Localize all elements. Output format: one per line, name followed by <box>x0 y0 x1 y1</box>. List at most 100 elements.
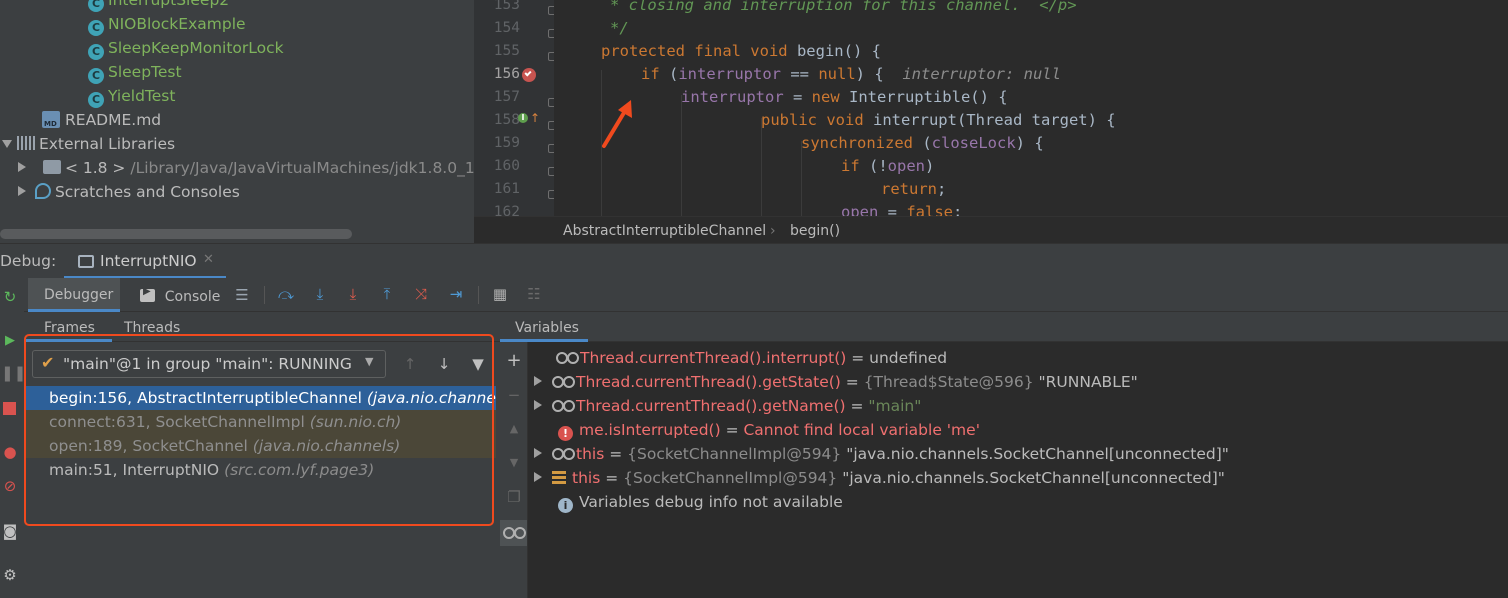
code-editor[interactable]: * closing and interruption for this chan… <box>554 0 1508 216</box>
line-number: 158 <box>493 112 520 128</box>
rerun-icon[interactable]: ↻ <box>1 288 19 306</box>
markdown-file-icon <box>42 111 60 128</box>
implements-icon[interactable]: I <box>518 113 528 123</box>
expand-right-icon[interactable] <box>18 186 26 196</box>
code-line-154: */ <box>610 19 629 37</box>
session-tab[interactable]: InterruptNIO ✕ <box>64 244 226 279</box>
tree-item-jdk[interactable]: < 1.8 > /Library/Java/JavaVirtualMachine… <box>18 156 474 180</box>
tree-item-interruptsleep2[interactable]: C InterruptSleep2 <box>88 0 229 12</box>
variable-row[interactable]: Thread.currentThread().getState() = {Thr… <box>534 370 1138 394</box>
variable-row[interactable]: ! me.isInterrupted() = Cannot find local … <box>558 418 980 442</box>
expand-right-icon[interactable] <box>534 448 542 458</box>
settings-gear-icon[interactable]: ⚙ <box>1 566 19 584</box>
add-watch-icon[interactable]: + <box>505 352 523 370</box>
glasses-icon <box>503 527 526 539</box>
trace-stream-icon[interactable]: ☷ <box>525 285 543 303</box>
breakpoint-icon[interactable] <box>522 68 536 82</box>
run-to-cursor-icon[interactable]: ⇥ <box>447 285 465 303</box>
tree-item-external-libraries[interactable]: External Libraries <box>2 132 175 156</box>
show-execution-point-icon[interactable]: ⤼ <box>277 285 295 303</box>
line-number: 156 <box>493 66 520 82</box>
code-line-160: if (!open) <box>841 157 935 175</box>
debug-toolbar: Debugger ▶ Console ☰ ⤼ ⤓ ⤓ ⤒ ⤨ ⇥ ▦ ☷ <box>0 278 1508 312</box>
watch-icon <box>552 400 575 412</box>
evaluate-expression-icon[interactable]: ▦ <box>491 285 509 303</box>
annotation-arrow <box>602 100 632 148</box>
code-line-153: * closing and interruption for this chan… <box>610 0 1077 14</box>
breadcrumb: AbstractInterruptibleChannel › begin() <box>474 216 1508 244</box>
code-line-159: synchronized (closeLock) { <box>801 134 1044 152</box>
tab-variables[interactable]: Variables <box>500 312 588 342</box>
close-icon[interactable]: ✕ <box>203 252 214 267</box>
show-watches-toggle[interactable] <box>500 520 527 546</box>
tree-item-sleepkeepmonitorlock[interactable]: C SleepKeepMonitorLock <box>88 36 284 60</box>
watch-icon <box>552 448 575 460</box>
tree-item-nioblockexample[interactable]: C NIOBlockExample <box>88 12 246 36</box>
code-line-155: protected final void begin() { <box>601 42 881 60</box>
tab-debugger[interactable]: Debugger <box>28 278 120 312</box>
variable-row[interactable]: this = {SocketChannelImpl@594} "java.nio… <box>534 442 1229 466</box>
app-run-icon <box>78 255 94 268</box>
override-arrow-icon[interactable]: ↑ <box>530 112 540 124</box>
copy-icon[interactable]: ❐ <box>505 488 523 506</box>
variable-row: i Variables debug info not available <box>558 490 843 514</box>
tree-item-yieldtest[interactable]: C YieldTest <box>88 84 175 108</box>
line-number: 154 <box>493 20 520 36</box>
camera-icon[interactable]: ◙ <box>1 522 19 540</box>
watch-icon <box>552 376 575 388</box>
tab-console[interactable]: ▶ Console <box>140 286 220 305</box>
line-number: 160 <box>493 158 520 174</box>
resume-icon[interactable]: ▶ <box>1 332 19 350</box>
force-step-into-icon[interactable]: ⤓ <box>344 285 362 303</box>
line-number: 161 <box>493 181 520 197</box>
move-up-icon[interactable]: ▲ <box>505 420 523 438</box>
folder-icon <box>42 160 61 174</box>
frames-panel: Frames Threads ✔ "main"@1 in group "main… <box>24 312 500 598</box>
expand-right-icon[interactable] <box>534 400 542 410</box>
pause-icon[interactable]: ❚❚ <box>1 364 26 382</box>
line-number: 157 <box>493 89 520 105</box>
step-out-icon[interactable]: ⤒ <box>378 285 396 303</box>
error-icon: ! <box>558 426 573 441</box>
code-line-156: if (interruptor == null) { interruptor: … <box>641 65 1061 83</box>
line-number: 159 <box>493 135 520 151</box>
class-icon: C <box>88 68 104 84</box>
expand-down-icon[interactable] <box>2 140 12 148</box>
breadcrumb-method[interactable]: begin() <box>790 217 840 245</box>
info-icon: i <box>558 498 573 513</box>
scratches-icon <box>34 183 51 199</box>
variable-row[interactable]: this = {SocketChannelImpl@594} "java.nio… <box>534 466 1225 490</box>
drop-frame-icon[interactable]: ⤨ <box>412 285 430 303</box>
class-icon: C <box>88 20 104 36</box>
line-number: 153 <box>493 0 520 13</box>
mute-breakpoints-icon[interactable]: ⊘ <box>1 477 19 495</box>
horizontal-scrollbar[interactable] <box>0 229 352 239</box>
step-over-icon[interactable]: ⤓ <box>311 285 329 303</box>
stop-icon[interactable] <box>3 402 16 415</box>
breadcrumb-separator-icon: › <box>770 223 776 239</box>
layout-menu-icon[interactable]: ☰ <box>233 286 251 304</box>
editor-gutter[interactable]: 153 154 155 156 157 158 159 160 161 162 … <box>474 0 554 220</box>
view-breakpoints-icon[interactable]: ● <box>1 443 19 461</box>
watch-icon <box>556 352 579 364</box>
variable-row[interactable]: Thread.currentThread().getName() = "main… <box>534 394 921 418</box>
debug-side-toolbar: ↻ ▶ ❚❚ ● ⊘ ◙ ⚙ <box>0 278 26 598</box>
library-icon <box>16 136 35 150</box>
expand-right-icon[interactable] <box>18 162 26 172</box>
tree-item-readme[interactable]: README.md <box>42 108 161 132</box>
expand-right-icon[interactable] <box>534 376 542 386</box>
code-line-157: interruptor = new Interruptible() { <box>681 88 1008 106</box>
expand-right-icon[interactable] <box>534 472 542 482</box>
remove-watch-icon[interactable]: − <box>505 386 523 404</box>
line-number: 155 <box>493 43 520 59</box>
breadcrumb-class[interactable]: AbstractInterruptibleChannel <box>563 217 766 245</box>
move-down-icon[interactable]: ▼ <box>505 454 523 472</box>
variables-side-toolbar: + − ▲ ▼ ❐ <box>500 342 528 598</box>
project-tree: C InterruptSleep2 C NIOBlockExample C Sleep… <box>0 0 474 243</box>
variables-panel: Variables + − ▲ ▼ ❐ Thread.currentThread… <box>500 312 1508 598</box>
variable-row[interactable]: Thread.currentThread().interrupt() = und… <box>556 346 947 370</box>
class-icon: C <box>88 0 104 12</box>
class-icon: C <box>88 44 104 60</box>
tree-item-sleeptest[interactable]: C SleepTest <box>88 60 182 84</box>
tree-item-scratches[interactable]: Scratches and Consoles <box>18 180 240 204</box>
